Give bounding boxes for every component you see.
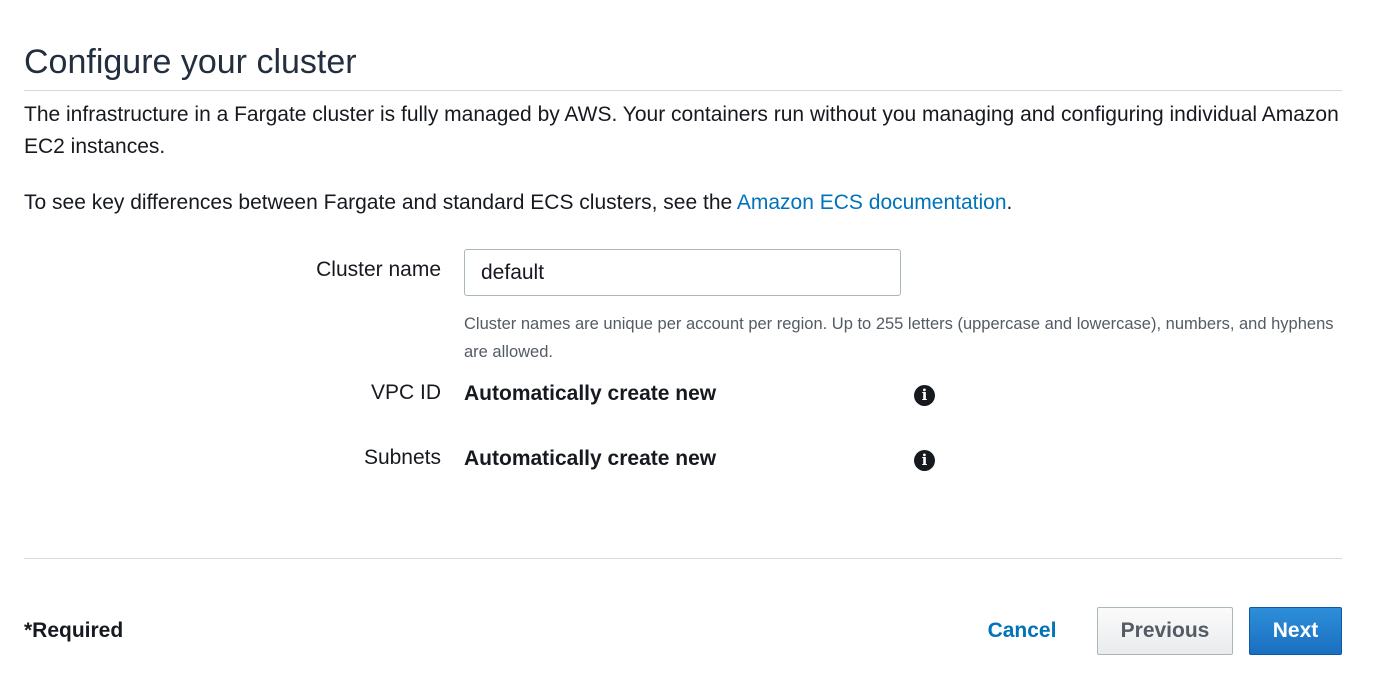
- cancel-button[interactable]: Cancel: [972, 607, 1072, 655]
- title-divider: [24, 90, 1342, 91]
- cluster-name-input[interactable]: [464, 249, 901, 296]
- ecs-documentation-link[interactable]: Amazon ECS documentation: [737, 191, 1007, 214]
- cluster-name-hint: Cluster names are unique per account per…: [464, 315, 1334, 361]
- footer-divider: [24, 558, 1342, 559]
- documentation-note-prefix: To see key differences between Fargate a…: [24, 191, 737, 214]
- vpc-id-label: VPC ID: [370, 381, 441, 404]
- subnets-label: Subnets: [363, 446, 441, 469]
- page-title: Configure your cluster: [24, 43, 357, 81]
- infrastructure-description: The infrastructure in a Fargate cluster …: [24, 103, 1339, 158]
- configure-cluster-page: Configure your cluster The infrastructur…: [0, 0, 1400, 692]
- next-button[interactable]: Next: [1249, 607, 1342, 655]
- vpc-id-value: Automatically create new: [464, 382, 717, 405]
- cluster-name-label: Cluster name: [316, 258, 441, 281]
- documentation-note: To see key differences between Fargate a…: [24, 187, 1344, 219]
- previous-button[interactable]: Previous: [1097, 607, 1233, 655]
- subnets-value: Automatically create new: [464, 447, 717, 470]
- subnets-info-icon[interactable]: i: [914, 450, 935, 471]
- documentation-note-suffix: .: [1006, 191, 1013, 214]
- required-note: *Required: [24, 619, 124, 642]
- vpc-info-icon[interactable]: i: [914, 385, 935, 406]
